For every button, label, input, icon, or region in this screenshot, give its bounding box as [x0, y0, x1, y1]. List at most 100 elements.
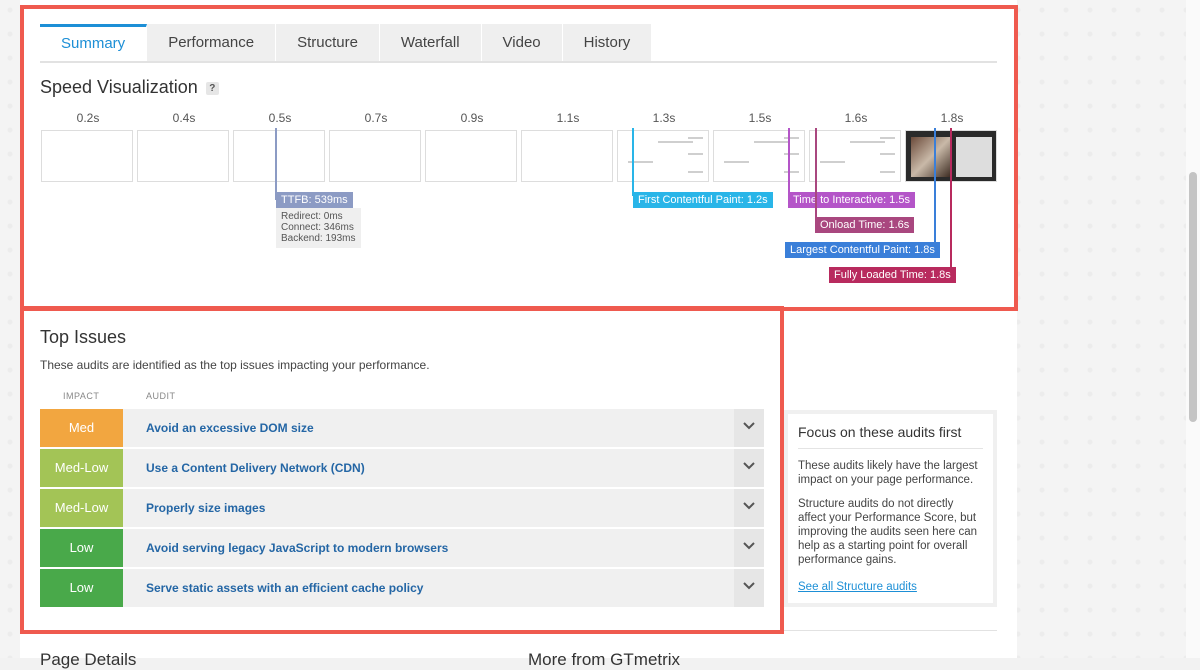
filmstrip-frame[interactable] [617, 130, 709, 182]
filmstrip-frame[interactable] [137, 130, 229, 182]
tab-video[interactable]: Video [481, 24, 563, 62]
frame-time-label: 1.1s [556, 111, 580, 125]
top-issues-title: Top Issues [40, 327, 127, 347]
frame-time-label: 0.9s [460, 111, 484, 125]
audit-title[interactable]: Avoid serving legacy JavaScript to moder… [146, 529, 448, 567]
frame-time-label: 1.8s [940, 111, 964, 125]
chevron-down-icon[interactable] [734, 409, 764, 447]
chevron-down-icon[interactable] [734, 449, 764, 487]
section-divider [40, 630, 997, 631]
frame-content-line [784, 171, 799, 173]
frame-content-line [820, 161, 845, 163]
fully-loaded-time-tag: Fully Loaded Time: 1.8s [829, 267, 956, 283]
ttfb-details: Redirect: 0ms Connect: 346ms Backend: 193m… [276, 208, 361, 248]
tab-structure[interactable]: Structure [276, 24, 380, 62]
frame-content-line [880, 171, 895, 173]
filmstrip-frame[interactable] [809, 130, 901, 182]
chevron-down-icon[interactable] [734, 529, 764, 567]
chevron-down-icon[interactable] [734, 569, 764, 607]
largest-contentful-paint-tag: Largest Contentful Paint: 1.8s [785, 242, 940, 258]
impact-badge: Low [40, 529, 123, 567]
top-issues-subtitle: These audits are identified as the top i… [40, 358, 430, 372]
time-to-interactive-tag: Time to Interactive: 1.5s [788, 192, 915, 208]
page-details-heading: Page Details [40, 650, 137, 669]
chevron-down-icon [743, 422, 755, 430]
timing-marker-line [275, 128, 277, 200]
audit-column-header: AUDIT [146, 391, 176, 401]
audit-title[interactable]: Properly size images [146, 489, 265, 527]
frame-time-label: 0.4s [172, 111, 196, 125]
issue-row[interactable]: Low Avoid serving legacy JavaScript to mo… [40, 529, 764, 567]
focus-title: Focus on these audits first [798, 424, 983, 449]
frame-content-line [880, 153, 895, 155]
audit-title[interactable]: Avoid an excessive DOM size [146, 409, 314, 447]
chevron-down-icon [743, 582, 755, 590]
speed-visualization-heading: Speed Visualization? [40, 77, 219, 98]
impact-badge: Med [40, 409, 123, 447]
impact-badge: Med-Low [40, 489, 123, 527]
timing-marker-line [788, 128, 790, 196]
more-from-gtmetrix-heading: More from GTmetrix [528, 650, 681, 669]
ttfb-detail-line: Backend: 193ms [281, 233, 356, 244]
speed-visualization-title: Speed Visualization [40, 77, 198, 97]
focus-box: Focus on these audits first These audits… [784, 410, 997, 607]
timing-marker-line [815, 128, 817, 221]
audit-title[interactable]: Use a Content Delivery Network (CDN) [146, 449, 365, 487]
frame-time-label: 1.5s [748, 111, 772, 125]
frame-time-label: 1.6s [844, 111, 868, 125]
frame-content-line [688, 153, 703, 155]
frame-time-label: 0.5s [268, 111, 292, 125]
help-icon[interactable]: ? [205, 81, 219, 95]
frame-time-label: 0.2s [76, 111, 100, 125]
frame-content-line [784, 137, 799, 139]
frame-content-line [658, 141, 693, 143]
frame-content-line [784, 153, 799, 155]
scrollbar-thumb[interactable] [1189, 172, 1197, 422]
filmstrip-frame[interactable] [329, 130, 421, 182]
tab-history[interactable]: History [562, 24, 653, 62]
impact-badge: Med-Low [40, 449, 123, 487]
chevron-down-icon [743, 542, 755, 550]
frame-screenshot-image [911, 137, 951, 177]
focus-box-inner: Focus on these audits first These audits… [788, 414, 993, 603]
audit-title[interactable]: Serve static assets with an efficient ca… [146, 569, 423, 607]
report-tabs: Summary Performance Structure Waterfall … [40, 24, 653, 62]
issue-row[interactable]: Low Serve static assets with an efficient… [40, 569, 764, 607]
filmstrip-frame[interactable] [521, 130, 613, 182]
frame-time-label: 1.3s [652, 111, 676, 125]
frame-screenshot-sidebar [956, 137, 992, 177]
timing-marker-line [950, 128, 952, 271]
issue-row[interactable]: Med-Low Properly size images [40, 489, 764, 527]
frame-content-line [880, 137, 895, 139]
frame-content-line [850, 141, 885, 143]
frame-content-line [724, 161, 749, 163]
frame-content-line [754, 141, 789, 143]
chevron-down-icon[interactable] [734, 489, 764, 527]
impact-badge: Low [40, 569, 123, 607]
filmstrip-frame[interactable] [233, 130, 325, 182]
filmstrip-frame[interactable] [713, 130, 805, 182]
frame-time-label: 0.7s [364, 111, 388, 125]
tab-performance[interactable]: Performance [147, 24, 277, 62]
issue-row[interactable]: Med Avoid an excessive DOM size [40, 409, 764, 447]
tab-summary[interactable]: Summary [40, 24, 148, 62]
frame-content-line [688, 171, 703, 173]
ttfb-detail-line: Connect: 346ms [281, 222, 354, 233]
impact-column-header: IMPACT [63, 391, 100, 401]
ttfb-detail-line: Redirect: 0ms [281, 211, 343, 222]
tab-waterfall[interactable]: Waterfall [379, 24, 482, 62]
focus-text-1: These audits likely have the largest imp… [798, 460, 978, 486]
chevron-down-icon [743, 462, 755, 470]
see-all-structure-audits-link[interactable]: See all Structure audits [798, 581, 917, 593]
timing-marker-line [632, 128, 634, 196]
filmstrip-frame[interactable] [41, 130, 133, 182]
focus-text-2: Structure audits do not directly affect … [798, 498, 977, 566]
filmstrip-frame[interactable] [425, 130, 517, 182]
issue-row[interactable]: Med-Low Use a Content Delivery Network (C… [40, 449, 764, 487]
frame-content-line [688, 137, 703, 139]
onload-time-tag: Onload Time: 1.6s [815, 217, 915, 233]
chevron-down-icon [743, 502, 755, 510]
timing-marker-line [934, 128, 936, 246]
tab-underline [40, 61, 997, 63]
ttfb-tag: TTFB: 539ms [276, 192, 353, 208]
